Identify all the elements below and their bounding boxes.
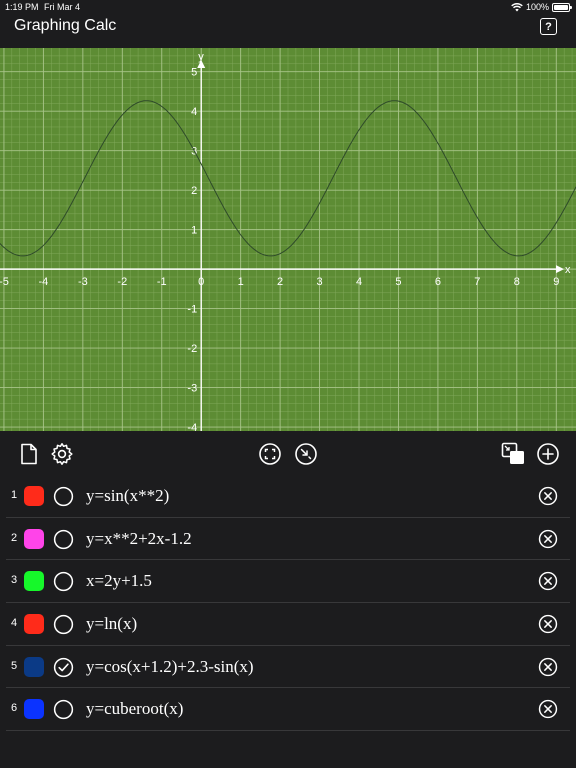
y-tick-label: -2	[187, 343, 197, 355]
document-icon[interactable]	[17, 442, 41, 466]
unchecked-circle-icon[interactable]	[53, 571, 74, 592]
color-swatch[interactable]	[24, 614, 44, 635]
graph-canvas[interactable]: x y -5 -4 -3 -2 -1 0 1 2 3 4 5 6 7 8 9 5 4 3 2 1 -1 -2 -3 -4	[0, 48, 576, 431]
status-right: 100%	[511, 2, 572, 12]
equation-index: 3	[11, 574, 18, 587]
equation-list: 1 y=sin(x**2) 2 y=x**2+2x-1.2 3 x=2y+1.5 4 y=ln…	[0, 475, 576, 731]
y-tick-label: 1	[191, 225, 197, 237]
equation-text[interactable]: y=ln(x)	[86, 614, 137, 634]
x-tick-label: 1	[238, 276, 244, 288]
battery-fill	[554, 4, 568, 10]
equation-index: 5	[11, 659, 18, 672]
equation-index: 2	[11, 531, 18, 544]
app-title: Graphing Calc	[14, 17, 117, 34]
x-tick-label: 7	[474, 276, 480, 288]
unchecked-circle-icon[interactable]	[53, 614, 74, 635]
x-tick-label: 3	[316, 276, 322, 288]
toolbar	[0, 432, 576, 476]
status-bar: 1:19 PM Fri Mar 4 100%	[0, 0, 576, 14]
y-tick-label: -3	[187, 383, 197, 395]
y-tick-label: 5	[191, 67, 197, 79]
x-tick-label: 0	[198, 276, 204, 288]
delete-icon[interactable]	[538, 699, 558, 719]
windows-icon[interactable]	[501, 442, 525, 466]
equation-row[interactable]: 1 y=sin(x**2)	[0, 475, 576, 518]
color-swatch[interactable]	[24, 699, 44, 720]
x-tick-label: 6	[435, 276, 441, 288]
equation-index: 6	[11, 702, 18, 715]
x-tick-label: -5	[0, 276, 9, 288]
equation-text[interactable]: x=2y+1.5	[86, 571, 152, 591]
x-tick-label: 8	[514, 276, 520, 288]
delete-icon[interactable]	[538, 529, 558, 549]
equation-index: 4	[11, 617, 18, 630]
color-swatch[interactable]	[24, 528, 44, 549]
x-tick-label: 5	[395, 276, 401, 288]
battery-percent: 100%	[525, 2, 549, 12]
status-date: Fri Mar 4	[44, 2, 80, 12]
delete-icon[interactable]	[538, 614, 558, 634]
color-swatch[interactable]	[24, 486, 44, 506]
add-icon[interactable]	[536, 442, 560, 466]
help-button[interactable]: ?	[540, 18, 557, 35]
equation-row[interactable]: 2 y=x**2+2x-1.2	[0, 518, 576, 561]
equation-index: 1	[11, 489, 18, 501]
delete-icon[interactable]	[538, 657, 558, 677]
delete-icon[interactable]	[538, 486, 558, 506]
grid-minor-lines	[0, 48, 576, 431]
equation-row[interactable]: 4 y=ln(x)	[0, 603, 576, 646]
y-tick-label: -4	[187, 422, 197, 431]
graph-plot[interactable]: xy-5 -4 -3 -2 -1 0 1 2 3 4 5 6 7 8 954321-1-2-3-4	[0, 48, 576, 431]
status-time: 1:19 PM	[5, 2, 39, 12]
delete-icon[interactable]	[538, 571, 558, 591]
gear-icon[interactable]	[50, 442, 74, 466]
unchecked-circle-icon[interactable]	[53, 486, 74, 507]
equation-text[interactable]: y=cuberoot(x)	[86, 699, 183, 719]
x-tick-label: -3	[78, 276, 88, 288]
x-axis-label: x	[565, 264, 571, 276]
y-tick-label: -1	[187, 304, 197, 316]
color-swatch[interactable]	[24, 571, 44, 592]
wifi-icon	[511, 2, 523, 11]
nav-bar: Graphing Calc ?	[0, 14, 576, 48]
x-tick-label: -4	[39, 276, 49, 288]
x-tick-label: -2	[117, 276, 127, 288]
help-icon: ?	[545, 20, 552, 33]
equation-row[interactable]: 3 x=2y+1.5	[0, 560, 576, 603]
color-swatch[interactable]	[24, 656, 44, 677]
x-tick-label: 2	[277, 276, 283, 288]
focus-icon[interactable]	[258, 442, 282, 466]
unchecked-circle-icon[interactable]	[53, 529, 74, 550]
x-tick-label: 9	[553, 276, 559, 288]
equation-text[interactable]: y=cos(x+1.2)+2.3-sin(x)	[86, 657, 254, 677]
equation-text[interactable]: y=x**2+2x-1.2	[86, 529, 192, 549]
y-tick-label: 4	[191, 106, 197, 118]
checked-circle-icon[interactable]	[53, 657, 74, 678]
x-tick-label: -1	[157, 276, 167, 288]
y-tick-label: 2	[191, 185, 197, 197]
x-tick-label: 4	[356, 276, 362, 288]
y-axis-label: y	[198, 51, 204, 63]
equation-row[interactable]: 5 y=cos(x+1.2)+2.3-sin(x)	[0, 646, 576, 689]
unchecked-circle-icon[interactable]	[53, 699, 74, 720]
equation-row[interactable]: 6 y=cuberoot(x)	[0, 688, 576, 731]
equation-text[interactable]: y=sin(x**2)	[86, 486, 169, 506]
x-axis-arrow	[556, 265, 564, 274]
battery-icon	[552, 2, 572, 12]
zoom-in-icon[interactable]	[294, 442, 318, 466]
